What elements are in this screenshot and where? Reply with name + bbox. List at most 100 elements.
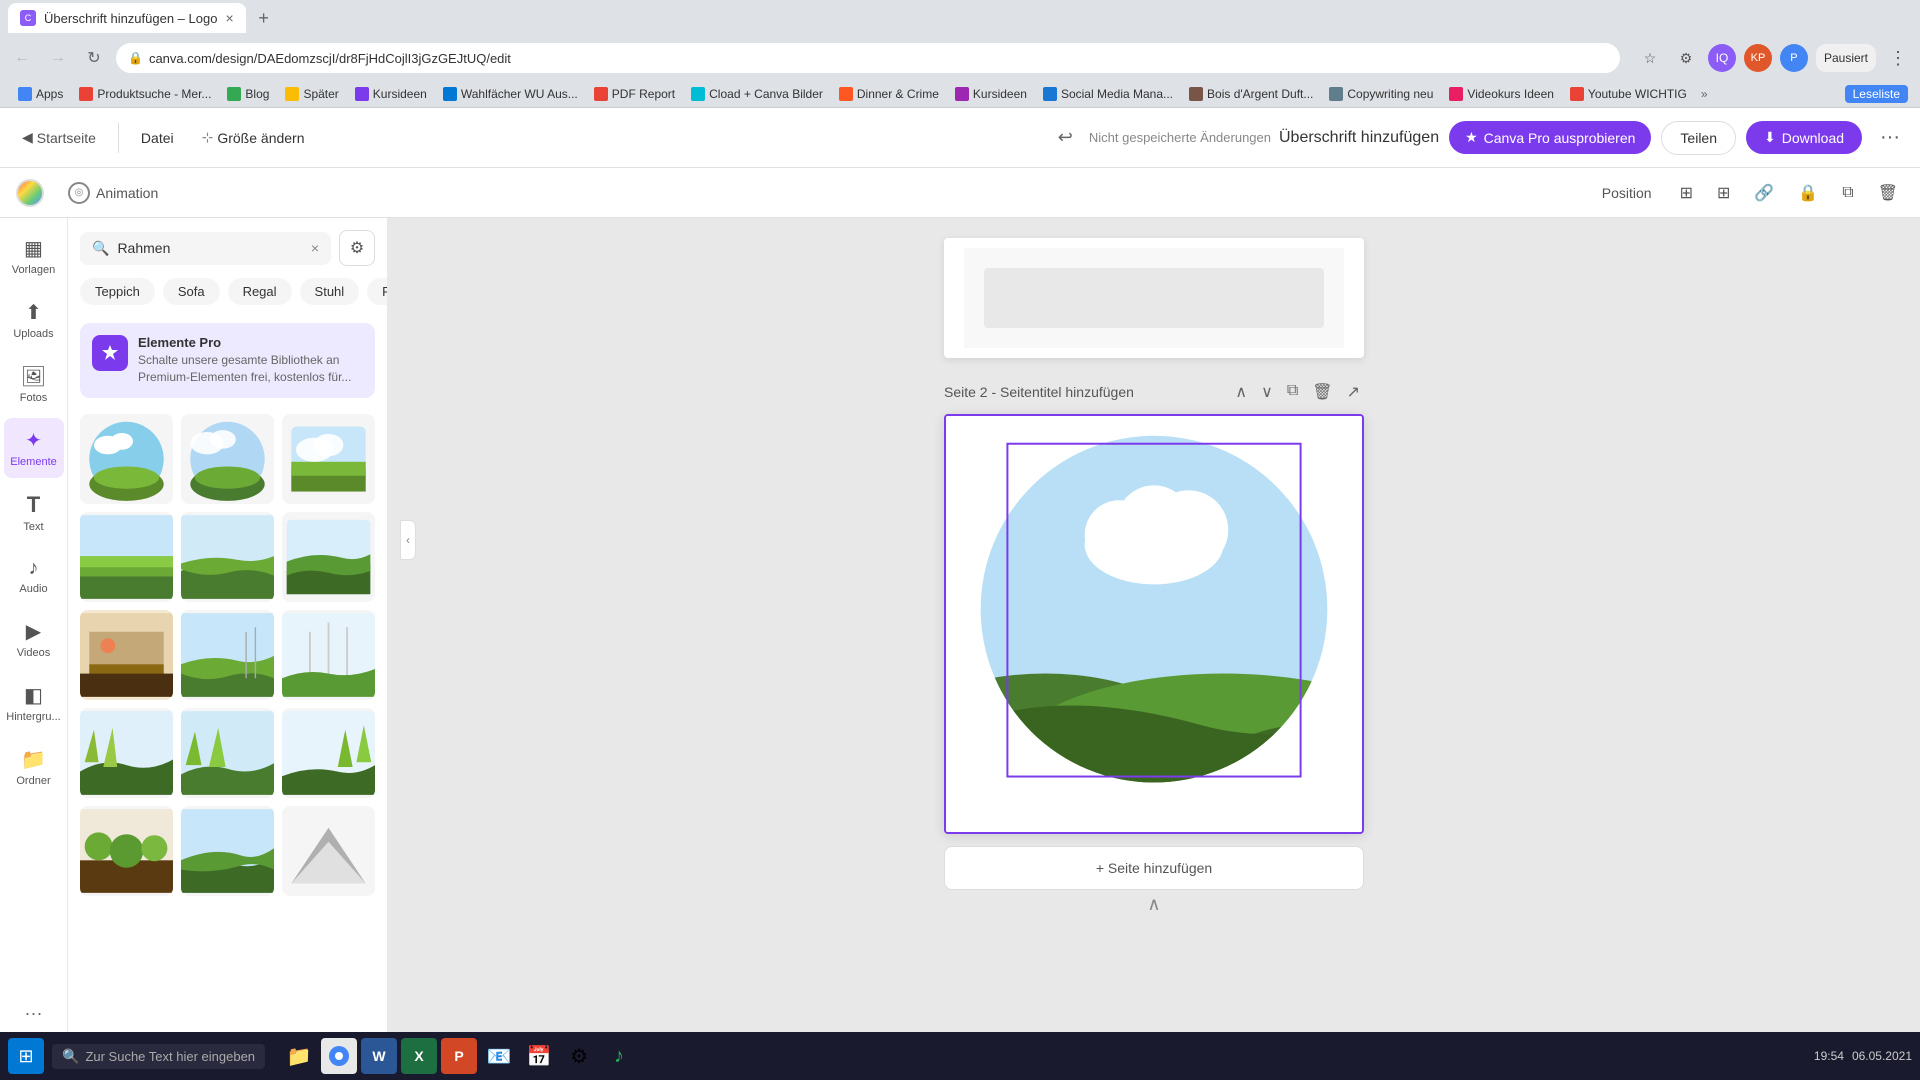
taskbar-search[interactable]: 🔍 Zur Suche Text hier eingeben — [52, 1044, 265, 1069]
new-tab-btn[interactable]: + — [250, 4, 278, 32]
profile-btn[interactable]: IQ — [1708, 44, 1736, 72]
lock-icon[interactable]: 🔒 — [1792, 177, 1824, 209]
element-item[interactable] — [80, 806, 173, 896]
search-box[interactable]: 🔍 × — [80, 232, 331, 265]
bookmark-apps[interactable]: Apps — [12, 85, 69, 103]
home-btn[interactable]: ◀ Startseite — [12, 123, 106, 152]
file-menu[interactable]: Datei — [131, 124, 184, 152]
canvas-frame[interactable] — [944, 414, 1364, 834]
download-btn[interactable]: ⬇ Download — [1746, 121, 1862, 154]
chip-fenster[interactable]: Fenster — [367, 278, 387, 305]
align-icon[interactable]: ⊞ — [1674, 177, 1699, 209]
forward-btn[interactable]: → — [44, 44, 72, 72]
element-item[interactable] — [181, 708, 274, 798]
bookmark-bois[interactable]: Bois d'Argent Duft... — [1183, 85, 1319, 103]
bookmark-cload[interactable]: Cload + Canva Bilder — [685, 85, 829, 103]
sidebar-item-elemente[interactable]: ✦ Elemente — [4, 418, 64, 478]
chip-sofa[interactable]: Sofa — [163, 278, 220, 305]
profile-btn3[interactable]: P — [1780, 44, 1808, 72]
layers-icon[interactable]: ⧉ — [1836, 178, 1859, 208]
bookmark-copy[interactable]: Copywriting neu — [1323, 85, 1439, 103]
bookmark-wahlfaecher[interactable]: Wahlfächer WU Aus... — [437, 85, 584, 103]
element-item[interactable] — [282, 806, 375, 896]
taskbar-app-chrome[interactable] — [321, 1038, 357, 1074]
bookmark-produktsuche[interactable]: Produktsuche - Mer... — [73, 85, 217, 103]
chip-teppich[interactable]: Teppich — [80, 278, 155, 305]
page-duplicate-btn[interactable]: ⧉ — [1283, 378, 1302, 406]
start-btn[interactable]: ⊞ — [8, 1038, 44, 1074]
read-later-btn[interactable]: Leselistе — [1845, 85, 1908, 103]
sidebar-item-uploads[interactable]: ⬆ Uploads — [4, 290, 64, 350]
link-icon[interactable]: 🔗 — [1748, 177, 1780, 209]
grid-icon[interactable]: ⊞ — [1711, 177, 1736, 209]
position-btn[interactable]: Position — [1592, 179, 1662, 207]
bookmarks-more[interactable]: » — [1697, 85, 1712, 103]
page-delete-btn[interactable]: 🗑 — [1308, 378, 1336, 406]
taskbar-app-powerpoint[interactable]: P — [441, 1038, 477, 1074]
canvas-area[interactable]: Seite 2 - Seitentitel hinzufügen ∧ ∨ ⧉ 🗑… — [388, 218, 1920, 1040]
taskbar-app-spotify[interactable]: ♪ — [601, 1038, 637, 1074]
clear-btn[interactable]: × — [311, 240, 319, 256]
sidebar-item-hintergrund[interactable]: ◧ Hintergru... — [4, 673, 64, 733]
bookmark-dinner[interactable]: Dinner & Crime — [833, 85, 945, 103]
page-share-btn[interactable]: ↗ — [1343, 378, 1364, 406]
bookmark-spaeter[interactable]: Später — [279, 85, 344, 103]
taskbar-app-calendar[interactable]: 📅 — [521, 1038, 557, 1074]
sidebar-more[interactable]: ··· — [17, 995, 51, 1032]
add-page-btn[interactable]: + Seite hinzufügen — [944, 846, 1364, 890]
element-item[interactable] — [80, 708, 173, 798]
undo-btn[interactable]: ↩ — [1050, 123, 1081, 152]
element-item[interactable] — [282, 414, 375, 504]
taskbar-app-mail[interactable]: 📧 — [481, 1038, 517, 1074]
element-item[interactable] — [80, 414, 173, 504]
chip-stuhl[interactable]: Stuhl — [300, 278, 360, 305]
page-up-btn[interactable]: ∧ — [1231, 378, 1251, 406]
share-btn[interactable]: Teilen — [1661, 121, 1736, 155]
collapse-arrow[interactable]: ∧ — [1147, 894, 1160, 915]
sidebar-item-videos[interactable]: ▶ Videos — [4, 609, 64, 669]
try-pro-btn[interactable]: ★ Canva Pro ausprobieren — [1449, 121, 1651, 154]
taskbar-app-explorer[interactable]: 📁 — [281, 1038, 317, 1074]
bookmark-youtube[interactable]: Youtube WICHTIG — [1564, 85, 1693, 103]
pause-label[interactable]: Pausiert — [1816, 44, 1876, 72]
color-picker[interactable] — [16, 179, 44, 207]
element-item[interactable] — [181, 512, 274, 602]
search-input[interactable] — [117, 240, 302, 256]
sidebar-item-ordner[interactable]: 📁 Ordner — [4, 737, 64, 797]
more-btn[interactable]: ··· — [1872, 122, 1908, 153]
chip-regal[interactable]: Regal — [228, 278, 292, 305]
profile-btn2[interactable]: KP — [1744, 44, 1772, 72]
extension-btn[interactable]: ⚙ — [1672, 44, 1700, 72]
taskbar-app-excel[interactable]: X — [401, 1038, 437, 1074]
back-btn[interactable]: ← — [8, 44, 36, 72]
element-item[interactable] — [282, 610, 375, 700]
bookmark-kursideen2[interactable]: Kursideen — [949, 85, 1033, 103]
bookmark-star[interactable]: ☆ — [1636, 44, 1664, 72]
element-item[interactable] — [181, 806, 274, 896]
element-item[interactable] — [282, 708, 375, 798]
page-down-btn[interactable]: ∨ — [1257, 378, 1277, 406]
panel-collapse-btn[interactable]: ‹ — [400, 520, 416, 560]
animation-btn[interactable]: ◎ Animation — [56, 176, 170, 210]
tab-close-btn[interactable]: × — [225, 10, 233, 26]
taskbar-app-settings[interactable]: ⚙ — [561, 1038, 597, 1074]
element-item[interactable] — [282, 512, 375, 602]
bookmark-social[interactable]: Social Media Mana... — [1037, 85, 1179, 103]
taskbar-app-word[interactable]: W — [361, 1038, 397, 1074]
filter-btn[interactable]: ⚙ — [339, 230, 375, 266]
more-options[interactable]: ⋮ — [1884, 44, 1912, 72]
element-item[interactable] — [80, 512, 173, 602]
bookmark-pdf[interactable]: PDF Report — [588, 85, 681, 103]
bookmark-video[interactable]: Videokurs Ideen — [1443, 85, 1560, 103]
sidebar-item-vorlagen[interactable]: ▦ Vorlagen — [4, 226, 64, 286]
bookmark-blog[interactable]: Blog — [221, 85, 275, 103]
sidebar-item-text[interactable]: T Text — [4, 482, 64, 543]
sidebar-item-fotos[interactable]: 🖼 Fotos — [4, 354, 64, 414]
element-item[interactable] — [80, 610, 173, 700]
resize-menu[interactable]: ⊹ Größe ändern — [192, 123, 315, 152]
address-bar[interactable]: 🔒 canva.com/design/DAEdomzscjI/dr8FjHdCo… — [116, 43, 1620, 73]
reload-btn[interactable]: ↻ — [80, 44, 108, 72]
element-item[interactable] — [181, 610, 274, 700]
active-tab[interactable]: C Überschrift hinzufügen – Logo × — [8, 3, 246, 33]
sidebar-item-audio[interactable]: ♪ Audio — [4, 547, 64, 605]
